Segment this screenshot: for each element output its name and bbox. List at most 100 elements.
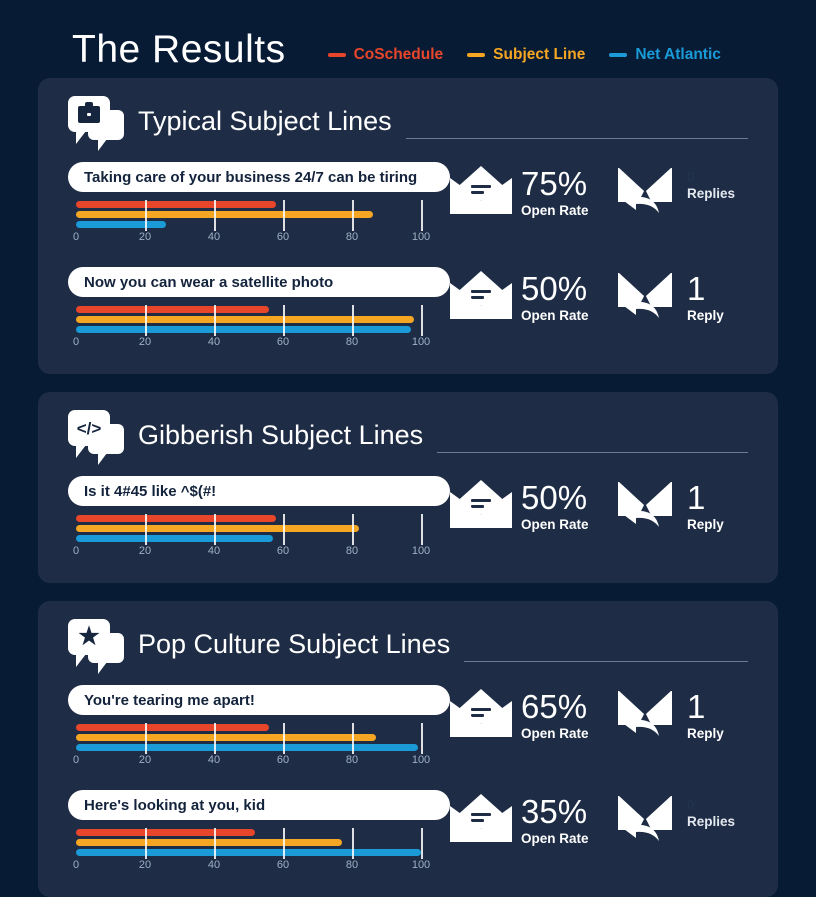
axis-labels: 0 20 40 60 80 100 bbox=[73, 754, 430, 770]
legend-swatch bbox=[609, 53, 628, 57]
bar-plot: 0 20 40 60 80 100 bbox=[68, 305, 450, 352]
open-rate-stat: 50% Open Rate bbox=[450, 480, 618, 532]
speech-bubble-front: </> bbox=[68, 410, 110, 458]
bar-group bbox=[76, 306, 421, 333]
bar-group bbox=[76, 201, 421, 228]
card-header: Typical Subject Lines bbox=[68, 96, 748, 151]
reply-count-label: Replies bbox=[687, 814, 736, 829]
open-rate-value: 50% bbox=[521, 479, 588, 516]
title-divider bbox=[464, 661, 748, 662]
open-rate-stat: 50% Open Rate bbox=[450, 271, 618, 323]
bar-track bbox=[76, 525, 421, 532]
open-envelope-icon bbox=[450, 689, 512, 737]
card-title: Typical Subject Lines bbox=[138, 105, 392, 136]
bar-subject-line bbox=[76, 316, 415, 323]
bar-group bbox=[76, 724, 421, 751]
axis-tick-label: 40 bbox=[207, 336, 221, 348]
reply-envelope-icon bbox=[618, 689, 678, 739]
axis-tick-label: 60 bbox=[276, 754, 290, 766]
axis-tick bbox=[421, 828, 423, 859]
reply-arrow-icon bbox=[624, 192, 659, 213]
bar-subject-line bbox=[76, 525, 359, 532]
subject-chart: Is it 4#45 like ^$(#! 0 20 40 60 80 100 bbox=[68, 476, 450, 561]
axis-tick-label: 80 bbox=[345, 754, 359, 766]
bar-track bbox=[76, 306, 421, 313]
axis-tick-label: 20 bbox=[138, 859, 152, 871]
subject-line-pill: You're tearing me apart! bbox=[68, 685, 450, 715]
open-rate-stat: 35% Open Rate bbox=[450, 794, 618, 846]
axis-tick-label: 40 bbox=[207, 754, 221, 766]
axis-labels: 0 20 40 60 80 100 bbox=[72, 545, 430, 561]
axis-tick-label: 100 bbox=[411, 859, 431, 871]
chart-legend: CoSchedule Subject Line Net Atlantic bbox=[327, 46, 721, 64]
title-divider bbox=[405, 138, 748, 139]
replies-stat: 1 Reply bbox=[618, 271, 724, 323]
subject-chart: Here's looking at you, kid 0 20 40 60 80 100 bbox=[68, 790, 450, 875]
reply-count-value: 0 bbox=[687, 169, 695, 184]
axis-tick bbox=[421, 200, 423, 231]
reply-count-label: Reply bbox=[687, 308, 724, 323]
star-speech-bubble-icon: ★ bbox=[68, 619, 124, 674]
bar-track bbox=[76, 744, 421, 751]
subject-line-row: Here's looking at you, kid 0 20 40 60 80 100 35… bbox=[68, 790, 748, 875]
legend-item-coschedule: CoSchedule bbox=[327, 46, 443, 64]
replies-stat: 1 Reply bbox=[618, 480, 724, 532]
card-title: Gibberish Subject Lines bbox=[138, 419, 424, 450]
axis-tick-label: 40 bbox=[207, 859, 221, 871]
axis-tick-label: 0 bbox=[72, 336, 80, 348]
bar-net-atlantic bbox=[76, 221, 166, 228]
bar-track bbox=[76, 515, 421, 522]
briefcase-speech-bubble-icon bbox=[68, 96, 124, 151]
briefcase-icon bbox=[78, 101, 100, 123]
reply-envelope-icon bbox=[618, 271, 678, 321]
subject-line-row: Taking care of your business 24/7 can be… bbox=[68, 162, 748, 247]
bar-subject-line bbox=[76, 839, 342, 846]
reply-count-value: 0 bbox=[687, 797, 695, 812]
axis-tick-label: 100 bbox=[411, 231, 431, 243]
bar-net-atlantic bbox=[76, 849, 421, 856]
reply-arrow-icon bbox=[624, 715, 659, 736]
axis-tick-label: 80 bbox=[345, 231, 359, 243]
axis-tick-label: 40 bbox=[207, 231, 221, 243]
row-stats: 35% Open Rate 0 Replies bbox=[450, 790, 748, 846]
card-header: </> Gibberish Subject Lines bbox=[68, 410, 748, 465]
bar-track bbox=[76, 211, 421, 218]
axis-tick-label: 0 bbox=[72, 545, 80, 557]
bar-plot: 0 20 40 60 80 100 bbox=[68, 723, 450, 770]
axis-tick-label: 20 bbox=[138, 545, 152, 557]
replies-stat: 0 Replies bbox=[618, 794, 735, 844]
legend-swatch bbox=[327, 53, 346, 57]
code-speech-bubble-icon: </> bbox=[68, 410, 124, 465]
card-title: Pop Culture Subject Lines bbox=[138, 628, 451, 659]
axis-tick bbox=[421, 514, 423, 545]
page-header: The Results CoSchedule Subject Line Net At… bbox=[0, 0, 816, 78]
subject-chart: Taking care of your business 24/7 can be… bbox=[68, 162, 450, 247]
bar-net-atlantic bbox=[76, 744, 418, 751]
subject-line-pill: Now you can wear a satellite photo bbox=[68, 267, 450, 297]
subject-line-pill: Taking care of your business 24/7 can be… bbox=[68, 162, 450, 192]
axis-tick-label: 100 bbox=[411, 545, 431, 557]
open-rate-label: Open Rate bbox=[521, 831, 589, 846]
speech-bubble-front: ★ bbox=[68, 619, 110, 667]
bar-subject-line bbox=[76, 734, 377, 741]
code-glyph-icon: </> bbox=[76, 418, 102, 438]
reply-count-value: 1 bbox=[687, 688, 706, 725]
legend-item-subject-line: Subject Line bbox=[467, 46, 585, 64]
reply-count-label: Replies bbox=[687, 186, 736, 201]
reply-envelope-icon bbox=[618, 794, 678, 844]
bar-track bbox=[76, 201, 421, 208]
reply-count-label: Reply bbox=[687, 517, 724, 532]
bar-net-atlantic bbox=[76, 326, 411, 333]
reply-count-value: 1 bbox=[687, 270, 706, 307]
open-rate-label: Open Rate bbox=[521, 726, 589, 741]
axis-tick-label: 60 bbox=[276, 231, 290, 243]
open-rate-value: 35% bbox=[521, 793, 588, 830]
axis-tick-label: 20 bbox=[138, 231, 152, 243]
open-envelope-icon bbox=[450, 166, 512, 214]
axis-labels: 0 20 40 60 80 100 bbox=[73, 231, 430, 247]
bar-plot: 0 20 40 60 80 100 bbox=[68, 514, 450, 561]
bar-group bbox=[76, 515, 421, 542]
row-stats: 50% Open Rate 1 Reply bbox=[450, 476, 748, 532]
open-envelope-icon bbox=[450, 480, 512, 528]
card-header: ★ Pop Culture Subject Lines bbox=[68, 619, 748, 674]
